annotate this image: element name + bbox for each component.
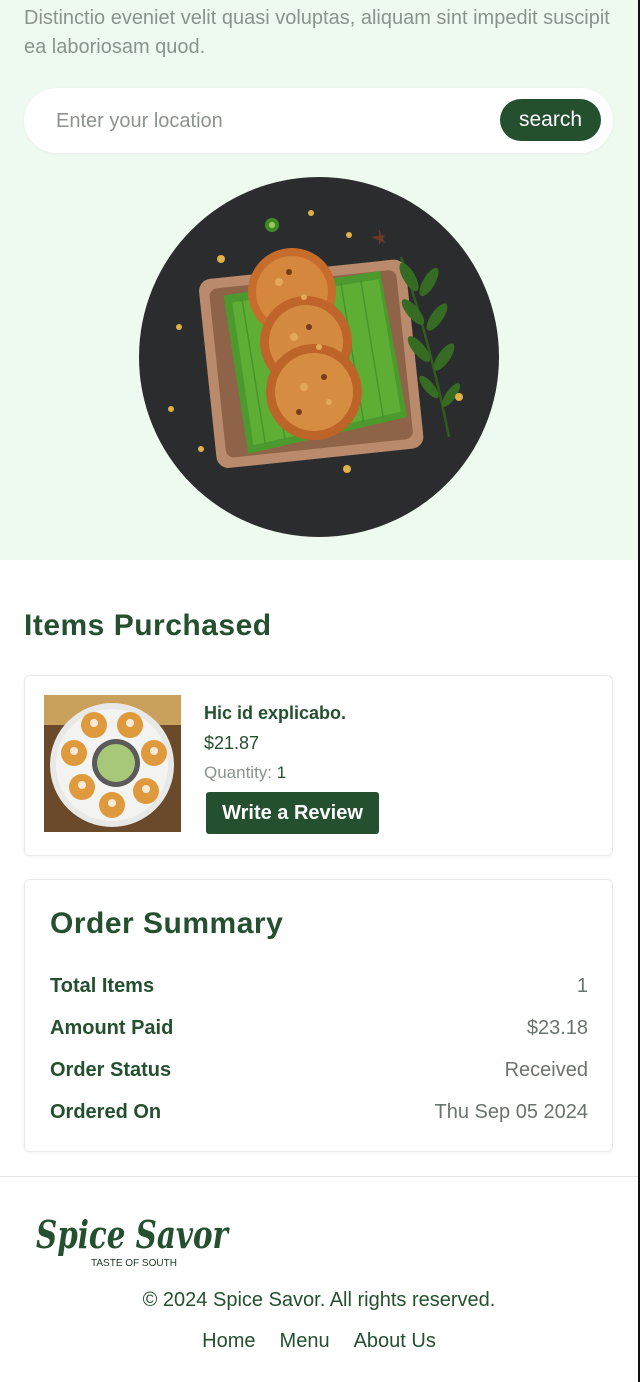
quantity-value: 1 xyxy=(276,763,287,782)
location-input[interactable] xyxy=(54,88,498,155)
copyright-text: © 2024 Spice Savor. All rights reserved. xyxy=(142,1289,496,1311)
summary-row-order-status: Order Status Received xyxy=(50,1059,588,1085)
summary-value: Received xyxy=(504,1059,588,1081)
item-thumbnail-image xyxy=(44,695,181,832)
summary-row-ordered-on: Ordered On Thu Sep 05 2024 xyxy=(50,1101,588,1127)
items-purchased-title: Items Purchased xyxy=(24,609,272,642)
order-summary-title: Order Summary xyxy=(50,907,284,940)
item-name: Hic id explicabo. xyxy=(204,703,347,723)
summary-value: 1 xyxy=(576,975,588,997)
logo-wordmark: Spice Savor xyxy=(36,1212,230,1257)
footer-divider xyxy=(0,1176,638,1177)
hero-food-image xyxy=(139,177,499,537)
summary-label: Amount Paid xyxy=(50,1017,174,1039)
summary-value: Thu Sep 05 2024 xyxy=(434,1101,588,1123)
write-review-button[interactable]: Write a Review xyxy=(206,792,379,834)
order-summary-card: Order Summary Total Items 1 Amount Paid … xyxy=(24,879,613,1152)
logo-tagline: TASTE OF SOUTH xyxy=(91,1258,177,1269)
footer-nav: Home Menu About Us xyxy=(0,1330,638,1353)
item-quantity: Quantity: 1 xyxy=(204,763,286,783)
summary-row-total-items: Total Items 1 xyxy=(50,975,588,1001)
purchased-item-card: Hic id explicabo. $21.87 Quantity: 1 Wri… xyxy=(24,675,613,856)
search-button[interactable]: search xyxy=(500,99,601,141)
summary-label: Ordered On xyxy=(50,1101,162,1123)
footer-link-home[interactable]: Home xyxy=(202,1330,255,1353)
footer-link-menu[interactable]: Menu xyxy=(280,1330,330,1353)
hero-description: Distinctio eveniet velit quasi voluptas,… xyxy=(24,7,610,58)
quantity-label: Quantity: xyxy=(204,763,273,782)
summary-label: Order Status xyxy=(50,1059,172,1081)
hero-section: Distinctio eveniet velit quasi voluptas,… xyxy=(0,0,638,560)
summary-value: $23.18 xyxy=(526,1017,588,1039)
summary-row-amount-paid: Amount Paid $23.18 xyxy=(50,1017,588,1043)
location-search-bar: search xyxy=(24,88,613,155)
footer-link-about-us[interactable]: About Us xyxy=(354,1330,436,1353)
item-price: $21.87 xyxy=(204,733,260,753)
spice-savor-logo[interactable]: Spice Savor TASTE OF SOUTH xyxy=(34,1204,234,1270)
summary-label: Total Items xyxy=(50,975,155,997)
